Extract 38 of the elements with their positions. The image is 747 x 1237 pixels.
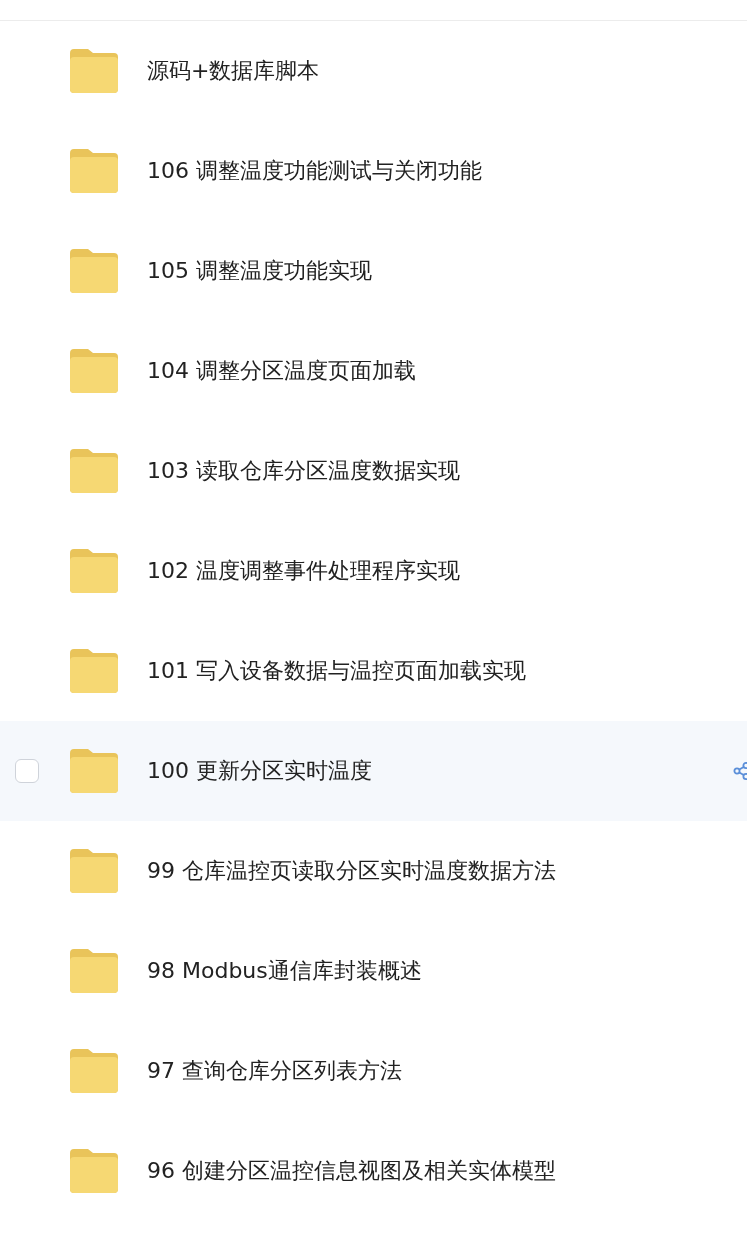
folder-icon [70,749,118,793]
folder-row[interactable]: 100 更新分区实时温度 [0,721,747,821]
folder-name[interactable]: 106 调整温度功能测试与关闭功能 [147,156,482,186]
folder-name[interactable]: 98 Modbus通信库封装概述 [147,956,422,986]
folder-row[interactable]: 101 写入设备数据与温控页面加载实现 [0,621,747,721]
folder-icon [70,1049,118,1093]
folder-icon [70,249,118,293]
folder-name[interactable]: 101 写入设备数据与温控页面加载实现 [147,656,526,686]
folder-name[interactable]: 96 创建分区温控信息视图及相关实体模型 [147,1156,556,1186]
folder-row[interactable]: 源码+数据库脚本 [0,21,747,121]
folder-row[interactable]: 104 调整分区温度页面加载 [0,321,747,421]
folder-name[interactable]: 105 调整温度功能实现 [147,256,372,286]
folder-icon [70,949,118,993]
folder-icon [70,1149,118,1193]
checkbox[interactable] [15,759,39,783]
folder-icon [70,549,118,593]
folder-row[interactable]: 105 调整温度功能实现 [0,221,747,321]
folder-icon [70,449,118,493]
folder-icon [70,149,118,193]
folder-name[interactable]: 103 读取仓库分区温度数据实现 [147,456,460,486]
folder-icon [70,849,118,893]
folder-icon [70,649,118,693]
folder-name[interactable]: 99 仓库温控页读取分区实时温度数据方法 [147,856,556,886]
folder-row[interactable]: 97 查询仓库分区列表方法 [0,1021,747,1121]
share-icon[interactable] [733,762,747,780]
folder-name[interactable]: 100 更新分区实时温度 [147,756,372,786]
folder-row[interactable]: 103 读取仓库分区温度数据实现 [0,421,747,521]
folder-row[interactable]: 99 仓库温控页读取分区实时温度数据方法 [0,821,747,921]
folder-name[interactable]: 源码+数据库脚本 [147,56,320,86]
folder-icon [70,49,118,93]
folder-row[interactable]: 106 调整温度功能测试与关闭功能 [0,121,747,221]
folder-name[interactable]: 104 调整分区温度页面加载 [147,356,416,386]
folder-row[interactable]: 96 创建分区温控信息视图及相关实体模型 [0,1121,747,1221]
folder-row[interactable]: 98 Modbus通信库封装概述 [0,921,747,1021]
folder-icon [70,349,118,393]
folder-name[interactable]: 97 查询仓库分区列表方法 [147,1056,402,1086]
folder-row[interactable]: 102 温度调整事件处理程序实现 [0,521,747,621]
folder-name[interactable]: 102 温度调整事件处理程序实现 [147,556,460,586]
